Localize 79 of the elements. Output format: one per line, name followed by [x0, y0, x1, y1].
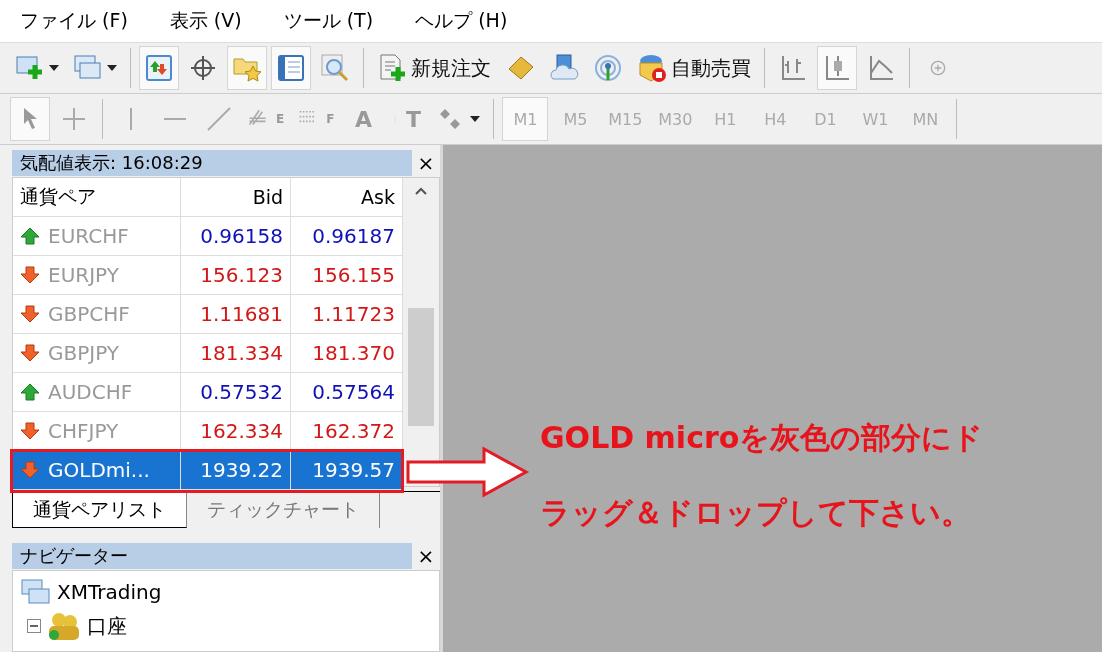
bid-cell: 1939.22	[181, 451, 291, 490]
market-watch-icon[interactable]	[144, 53, 174, 83]
navigator-icon[interactable]	[276, 53, 306, 83]
magnifier-icon[interactable]	[320, 53, 350, 83]
menu-item[interactable]: ファイル (F)	[6, 8, 156, 34]
timeframe-button[interactable]: M15	[602, 97, 649, 141]
timeframe-button[interactable]: M1	[502, 97, 549, 141]
ask-cell: 1.11723	[291, 295, 403, 334]
tool-glyph: T	[405, 106, 421, 132]
ask-cell: 0.57564	[291, 373, 403, 412]
symbol-cell[interactable]: GOLDmi...	[13, 451, 181, 490]
button-label: 新規注文	[411, 54, 491, 82]
ask-cell: 0.96187	[291, 217, 403, 256]
close-button[interactable]: ×	[412, 544, 440, 568]
tool-button[interactable]	[10, 97, 50, 141]
panel-tab[interactable]: ティックチャート	[187, 492, 380, 528]
tool-glyph: F	[326, 112, 335, 126]
tree-label[interactable]: XMTrading	[57, 580, 162, 604]
instruction-text: GOLD microを灰色の部分にド	[540, 419, 984, 457]
tool-button[interactable]: T	[387, 97, 428, 141]
symbol-cell[interactable]: GBPJPY	[13, 334, 181, 373]
bid-cell: 156.123	[181, 256, 291, 295]
tool-button[interactable]: F	[293, 97, 340, 141]
instruction-text: ラッグ＆ドロップして下さい。	[540, 494, 972, 532]
toolbar-button[interactable]: 新規注文	[372, 46, 496, 90]
tree-label[interactable]: 口座	[87, 612, 127, 640]
timeframe-button[interactable]: M5	[552, 97, 599, 141]
timeframe-button[interactable]: H1	[702, 97, 749, 141]
symbol-name: CHFJPY	[48, 419, 119, 443]
symbol-cell[interactable]: GBPCHF	[13, 295, 181, 334]
caret-icon[interactable]	[470, 116, 481, 122]
panel-title: 気配値表示: 16:08:29	[12, 150, 412, 176]
symbol-cell[interactable]: AUDCHF	[13, 373, 181, 412]
timeframe-button[interactable]: MN	[902, 97, 949, 141]
ask-cell: 156.155	[291, 256, 403, 295]
crosshair-icon[interactable]	[188, 53, 218, 83]
ask-cell: 1939.57	[291, 451, 403, 490]
caret-icon[interactable]	[107, 65, 117, 71]
new-order-icon[interactable]	[377, 53, 407, 83]
caret-icon[interactable]	[49, 65, 59, 71]
symbol-name: GOLDmi...	[48, 458, 150, 482]
robot-stop-icon[interactable]	[637, 53, 667, 83]
toolbar-button[interactable]: 自動売買	[632, 46, 756, 90]
timeframe-button[interactable]: W1	[852, 97, 899, 141]
symbol-name: AUDCHF	[48, 380, 133, 404]
terminal-icon	[21, 578, 51, 606]
symbol-name: EURCHF	[48, 224, 129, 248]
people-icon	[47, 611, 81, 641]
bid-cell: 0.57532	[181, 373, 291, 412]
close-button[interactable]: ×	[412, 151, 440, 175]
symbol-name: GBPJPY	[48, 341, 119, 365]
panel-title: ナビゲーター	[12, 543, 412, 569]
tool-button[interactable]: A	[343, 97, 384, 141]
symbol-name: GBPCHF	[48, 302, 130, 326]
toolbar-button[interactable]	[139, 46, 179, 90]
timeframe-button[interactable]: H4	[752, 97, 799, 141]
timeframe-button[interactable]: D1	[802, 97, 849, 141]
menu-item[interactable]: ツール (T)	[269, 8, 402, 34]
collapse-icon[interactable]	[27, 619, 41, 633]
cloud-server-icon[interactable]	[549, 53, 579, 83]
signal-icon[interactable]	[593, 53, 623, 83]
tool-glyph: A	[354, 106, 372, 132]
button-label: 自動売買	[671, 54, 751, 82]
toolbar-button[interactable]	[271, 46, 311, 90]
ask-cell: 181.370	[291, 334, 403, 373]
panel-tab[interactable]: 通貨ペアリスト	[12, 492, 187, 528]
tool-button[interactable]: E	[243, 97, 290, 141]
scrollbar-thumb[interactable]	[408, 308, 434, 426]
symbol-cell[interactable]: EURJPY	[13, 256, 181, 295]
bid-cell: 0.96158	[181, 217, 291, 256]
menu-item[interactable]: ヘルプ (H)	[401, 8, 536, 34]
timeframe-button[interactable]: M30	[652, 97, 699, 141]
toolbar-button[interactable]	[817, 46, 857, 90]
menu-item[interactable]: 表示 (V)	[155, 8, 270, 34]
bid-cell: 1.11681	[181, 295, 291, 334]
symbol-name: EURJPY	[48, 263, 119, 287]
bid-cell: 181.334	[181, 334, 291, 373]
symbol-cell[interactable]: EURCHF	[13, 217, 181, 256]
tool-glyph: E	[276, 112, 285, 126]
